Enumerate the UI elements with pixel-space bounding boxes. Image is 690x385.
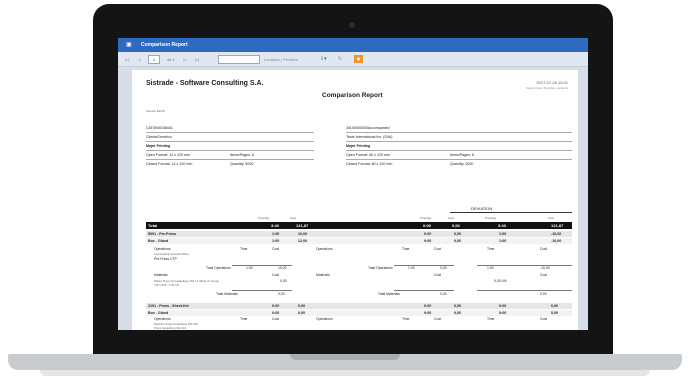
- export-icon[interactable]: ⇩▾: [320, 56, 332, 62]
- refresh-icon[interactable]: ↻: [338, 56, 346, 62]
- report-version: Version EFVR: [146, 109, 165, 113]
- material-item-detail: 745 x 605 - 0,30 UN: [154, 283, 180, 287]
- total-operations-time: 1:00: [246, 266, 253, 270]
- right-closed-format: Closed Format: 60 x 120 mm Quantity: 5000: [346, 159, 572, 168]
- right-header: J0100000000Accompanied Teste Internation…: [346, 124, 572, 168]
- previous-page-button[interactable]: ◁: [136, 57, 142, 62]
- next-page-button[interactable]: ▷: [182, 57, 188, 62]
- deviation-time-header: Time/Qty: [485, 216, 497, 220]
- laptop-bezel: ▣ Comparison Report |◁ ◁ 1 de 1 ▷ ▷| Loc…: [93, 4, 613, 356]
- report-type: Report type: By action versions: [526, 86, 568, 90]
- dev-total-operations-cost: -10,00: [540, 266, 550, 270]
- ops2-time-label: Time: [240, 317, 248, 321]
- report-page: Sistrade - Software Consulting S.A. Comp…: [132, 70, 578, 330]
- subsection-row-box-glued-2: Box - Glued 0:00 0,00 0:00 0,00 0:00 0,0…: [146, 310, 572, 316]
- operation-item: Pre-Press CTP: [154, 257, 177, 261]
- page-number-input[interactable]: 1: [148, 54, 160, 64]
- app-titlebar: ▣ Comparison Report: [118, 38, 588, 52]
- right-operations-label-2: Operations: [316, 317, 333, 321]
- right-total-operations-label: Total Operations: [368, 266, 393, 270]
- deviation-rule: [450, 212, 572, 213]
- right-mats-total-rule: [394, 290, 454, 291]
- total-row: Total 3:40 121,87 0:00 0,00 3:40 121,87: [146, 222, 572, 229]
- dev-total-operations-time: 1:00: [487, 266, 494, 270]
- right-code: J0100000000Accompanied: [346, 126, 390, 130]
- left-cost-header: Cost: [290, 216, 296, 220]
- report-title: Comparison Report: [322, 92, 383, 99]
- operation-item: Impressão/Imposição/Offset: [154, 252, 189, 256]
- subsection-row-box-glued: Box - Glued 1:00 12,00 0:00 0,00 1:00 -1…: [146, 238, 572, 244]
- find-next-link[interactable]: Localizar | Próximo: [264, 57, 298, 62]
- app-icon: ▣: [126, 41, 132, 48]
- report-viewer[interactable]: Sistrade - Software Consulting S.A. Comp…: [118, 67, 588, 330]
- right-total-materials-label: Total Materials: [378, 292, 400, 296]
- mats-total-rule: [232, 290, 292, 291]
- deviation-heading: DEVIATION: [471, 206, 493, 211]
- dev-ops-time-label: Time: [487, 247, 495, 251]
- dev-ops2-time-label: Time: [487, 317, 495, 321]
- deviation-cost-header: Cost: [548, 216, 554, 220]
- material-item-deviation: 0,00 UN: [494, 279, 507, 283]
- report-date: 2017-07-25 10:01: [536, 80, 568, 85]
- left-client: ClienteGenérico: [146, 132, 314, 141]
- right-ops-time-label: Time: [402, 247, 410, 251]
- materials-label: Materials: [154, 273, 168, 277]
- ops2-cost-label: Cost: [272, 317, 279, 321]
- dev-mats-total-rule: [477, 290, 572, 291]
- section-row-prepress: 5001 - Pre-Press 1:00 10,00 0:00 0,00 1:…: [146, 231, 572, 237]
- report-toolbar: |◁ ◁ 1 de 1 ▷ ▷| Localizar | Próximo ⇩▾ …: [118, 52, 588, 67]
- right-ops-cost-label: Cost: [434, 247, 441, 251]
- operations-label-2: Operations: [154, 317, 171, 321]
- window-title: Comparison Report: [141, 42, 188, 48]
- company-name: Sistrade - Software Consulting S.A.: [146, 80, 264, 87]
- left-code: CAT0000158441: [146, 126, 173, 130]
- dev-materials-cost-label: Cost: [540, 273, 547, 277]
- print-icon[interactable]: ▣: [353, 55, 363, 63]
- first-page-button[interactable]: |◁: [124, 57, 130, 62]
- right-time-header: Time/Qty: [420, 216, 432, 220]
- left-closed-format: Closed Format: 12 x 120 mm Quantity: 5000: [146, 159, 314, 168]
- right-cost-header: Cost: [448, 216, 454, 220]
- left-open-format: Open Format: 12 x 120 mm Items/Pages: 8: [146, 150, 314, 159]
- right-ops2-cost-label: Cost: [434, 317, 441, 321]
- ops-time-label: Time: [240, 247, 248, 251]
- right-materials-cost-label: Cost: [434, 273, 441, 277]
- right-client: Teste International Inc. (SVA): [346, 132, 572, 141]
- right-ops2-time-label: Time: [402, 317, 410, 321]
- section-row-press: 2101 - Press - Sheet-fed 0:00 0,00 0:00 …: [146, 303, 572, 309]
- material-item-cost: 0,00: [280, 279, 287, 283]
- total-operations-label: Total Operations: [206, 266, 231, 270]
- laptop-shadow: [40, 370, 650, 376]
- ops-cost-label: Cost: [272, 247, 279, 251]
- right-total-materials-cost: 0,00: [440, 292, 447, 296]
- left-header: CAT0000158441 ClienteGenérico Major Prin…: [146, 124, 314, 168]
- right-operations-label: Operations: [316, 247, 333, 251]
- materials-cost-label: Cost: [272, 273, 279, 277]
- left-section: Major Printing: [146, 141, 314, 150]
- find-input[interactable]: [218, 54, 260, 64]
- operation-item: Press Heidelberg SM-102: [154, 326, 187, 330]
- page-count-label: de 1: [167, 56, 175, 62]
- total-operations-cost: 10,00: [278, 266, 287, 270]
- right-open-format: Open Format: 60 x 120 mm Items/Pages: 8: [346, 150, 572, 159]
- right-section: Major Printing: [346, 141, 572, 150]
- right-total-operations-cost: 0,00: [440, 266, 447, 270]
- dev-total-materials-cost: 0,00: [540, 292, 547, 296]
- operations-label: Operations: [154, 247, 171, 251]
- laptop-notch: [290, 354, 400, 360]
- dev-ops2-cost-label: Cost: [540, 317, 547, 321]
- total-materials-cost: 0,00: [278, 292, 285, 296]
- screen: ▣ Comparison Report |◁ ◁ 1 de 1 ▷ ▷| Loc…: [118, 38, 588, 330]
- dev-ops-cost-label: Cost: [540, 247, 547, 251]
- right-materials-label: Materials: [316, 273, 330, 277]
- camera-icon: [349, 22, 355, 28]
- last-page-button[interactable]: ▷|: [194, 57, 200, 62]
- total-materials-label: Total Materials: [216, 292, 238, 296]
- left-time-header: Time/Qty: [258, 216, 270, 220]
- right-total-operations-time: 1:00: [408, 266, 415, 270]
